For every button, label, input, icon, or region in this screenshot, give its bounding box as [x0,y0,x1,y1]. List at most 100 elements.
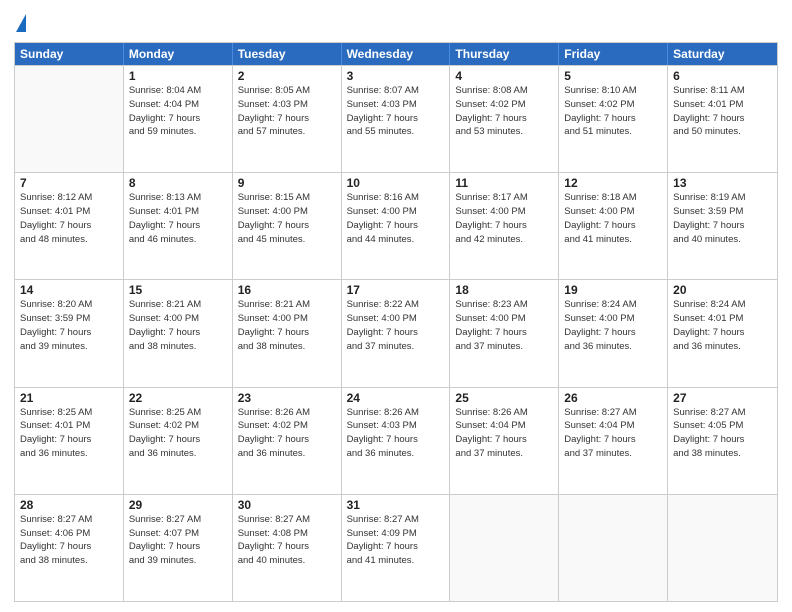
day-info: Sunrise: 8:26 AM Sunset: 4:03 PM Dayligh… [347,406,445,461]
day-info: Sunrise: 8:18 AM Sunset: 4:00 PM Dayligh… [564,191,662,246]
day-info: Sunrise: 8:21 AM Sunset: 4:00 PM Dayligh… [238,298,336,353]
day-number: 25 [455,391,553,405]
day-number: 6 [673,69,772,83]
day-info: Sunrise: 8:04 AM Sunset: 4:04 PM Dayligh… [129,84,227,139]
calendar-cell: 11Sunrise: 8:17 AM Sunset: 4:00 PM Dayli… [450,173,559,279]
day-number: 30 [238,498,336,512]
day-info: Sunrise: 8:27 AM Sunset: 4:06 PM Dayligh… [20,513,118,568]
calendar-cell: 7Sunrise: 8:12 AM Sunset: 4:01 PM Daylig… [15,173,124,279]
day-info: Sunrise: 8:15 AM Sunset: 4:00 PM Dayligh… [238,191,336,246]
day-number: 9 [238,176,336,190]
day-info: Sunrise: 8:23 AM Sunset: 4:00 PM Dayligh… [455,298,553,353]
day-number: 8 [129,176,227,190]
calendar-cell [668,495,777,601]
calendar-row: 1Sunrise: 8:04 AM Sunset: 4:04 PM Daylig… [15,65,777,172]
day-info: Sunrise: 8:05 AM Sunset: 4:03 PM Dayligh… [238,84,336,139]
calendar-cell: 19Sunrise: 8:24 AM Sunset: 4:00 PM Dayli… [559,280,668,386]
day-number: 11 [455,176,553,190]
calendar-cell: 27Sunrise: 8:27 AM Sunset: 4:05 PM Dayli… [668,388,777,494]
calendar-header-cell: Saturday [668,43,777,65]
day-info: Sunrise: 8:08 AM Sunset: 4:02 PM Dayligh… [455,84,553,139]
day-info: Sunrise: 8:16 AM Sunset: 4:00 PM Dayligh… [347,191,445,246]
calendar-header-cell: Thursday [450,43,559,65]
header [14,10,778,34]
calendar-cell: 10Sunrise: 8:16 AM Sunset: 4:00 PM Dayli… [342,173,451,279]
day-info: Sunrise: 8:27 AM Sunset: 4:04 PM Dayligh… [564,406,662,461]
calendar-row: 21Sunrise: 8:25 AM Sunset: 4:01 PM Dayli… [15,387,777,494]
calendar-row: 28Sunrise: 8:27 AM Sunset: 4:06 PM Dayli… [15,494,777,601]
calendar-cell: 5Sunrise: 8:10 AM Sunset: 4:02 PM Daylig… [559,66,668,172]
day-info: Sunrise: 8:20 AM Sunset: 3:59 PM Dayligh… [20,298,118,353]
day-number: 27 [673,391,772,405]
day-info: Sunrise: 8:24 AM Sunset: 4:01 PM Dayligh… [673,298,772,353]
calendar: SundayMondayTuesdayWednesdayThursdayFrid… [14,42,778,602]
day-info: Sunrise: 8:07 AM Sunset: 4:03 PM Dayligh… [347,84,445,139]
calendar-cell: 9Sunrise: 8:15 AM Sunset: 4:00 PM Daylig… [233,173,342,279]
day-number: 16 [238,283,336,297]
logo-triangle-icon [16,14,26,32]
day-number: 31 [347,498,445,512]
calendar-cell: 8Sunrise: 8:13 AM Sunset: 4:01 PM Daylig… [124,173,233,279]
day-number: 24 [347,391,445,405]
calendar-cell: 30Sunrise: 8:27 AM Sunset: 4:08 PM Dayli… [233,495,342,601]
calendar-header-cell: Tuesday [233,43,342,65]
calendar-header-row: SundayMondayTuesdayWednesdayThursdayFrid… [15,43,777,65]
calendar-cell: 18Sunrise: 8:23 AM Sunset: 4:00 PM Dayli… [450,280,559,386]
day-number: 21 [20,391,118,405]
day-number: 23 [238,391,336,405]
calendar-cell: 22Sunrise: 8:25 AM Sunset: 4:02 PM Dayli… [124,388,233,494]
day-number: 4 [455,69,553,83]
day-info: Sunrise: 8:19 AM Sunset: 3:59 PM Dayligh… [673,191,772,246]
day-info: Sunrise: 8:24 AM Sunset: 4:00 PM Dayligh… [564,298,662,353]
page: SundayMondayTuesdayWednesdayThursdayFrid… [0,0,792,612]
calendar-cell [559,495,668,601]
calendar-cell: 21Sunrise: 8:25 AM Sunset: 4:01 PM Dayli… [15,388,124,494]
calendar-cell: 16Sunrise: 8:21 AM Sunset: 4:00 PM Dayli… [233,280,342,386]
day-number: 7 [20,176,118,190]
day-number: 20 [673,283,772,297]
calendar-body: 1Sunrise: 8:04 AM Sunset: 4:04 PM Daylig… [15,65,777,601]
day-number: 26 [564,391,662,405]
day-info: Sunrise: 8:27 AM Sunset: 4:05 PM Dayligh… [673,406,772,461]
calendar-row: 14Sunrise: 8:20 AM Sunset: 3:59 PM Dayli… [15,279,777,386]
calendar-cell: 17Sunrise: 8:22 AM Sunset: 4:00 PM Dayli… [342,280,451,386]
day-info: Sunrise: 8:13 AM Sunset: 4:01 PM Dayligh… [129,191,227,246]
calendar-cell: 31Sunrise: 8:27 AM Sunset: 4:09 PM Dayli… [342,495,451,601]
day-info: Sunrise: 8:27 AM Sunset: 4:09 PM Dayligh… [347,513,445,568]
day-number: 18 [455,283,553,297]
day-number: 13 [673,176,772,190]
calendar-header-cell: Sunday [15,43,124,65]
calendar-cell: 23Sunrise: 8:26 AM Sunset: 4:02 PM Dayli… [233,388,342,494]
day-info: Sunrise: 8:21 AM Sunset: 4:00 PM Dayligh… [129,298,227,353]
day-info: Sunrise: 8:17 AM Sunset: 4:00 PM Dayligh… [455,191,553,246]
calendar-cell: 28Sunrise: 8:27 AM Sunset: 4:06 PM Dayli… [15,495,124,601]
day-number: 10 [347,176,445,190]
calendar-cell: 3Sunrise: 8:07 AM Sunset: 4:03 PM Daylig… [342,66,451,172]
logo [14,14,26,34]
day-number: 29 [129,498,227,512]
day-number: 15 [129,283,227,297]
calendar-cell: 29Sunrise: 8:27 AM Sunset: 4:07 PM Dayli… [124,495,233,601]
day-number: 14 [20,283,118,297]
calendar-cell: 20Sunrise: 8:24 AM Sunset: 4:01 PM Dayli… [668,280,777,386]
calendar-cell: 6Sunrise: 8:11 AM Sunset: 4:01 PM Daylig… [668,66,777,172]
day-info: Sunrise: 8:10 AM Sunset: 4:02 PM Dayligh… [564,84,662,139]
calendar-cell: 14Sunrise: 8:20 AM Sunset: 3:59 PM Dayli… [15,280,124,386]
day-info: Sunrise: 8:11 AM Sunset: 4:01 PM Dayligh… [673,84,772,139]
calendar-cell [450,495,559,601]
day-info: Sunrise: 8:12 AM Sunset: 4:01 PM Dayligh… [20,191,118,246]
calendar-cell [15,66,124,172]
calendar-cell: 15Sunrise: 8:21 AM Sunset: 4:00 PM Dayli… [124,280,233,386]
day-info: Sunrise: 8:25 AM Sunset: 4:02 PM Dayligh… [129,406,227,461]
day-number: 2 [238,69,336,83]
calendar-header-cell: Wednesday [342,43,451,65]
calendar-cell: 2Sunrise: 8:05 AM Sunset: 4:03 PM Daylig… [233,66,342,172]
calendar-cell: 24Sunrise: 8:26 AM Sunset: 4:03 PM Dayli… [342,388,451,494]
day-info: Sunrise: 8:27 AM Sunset: 4:07 PM Dayligh… [129,513,227,568]
day-number: 1 [129,69,227,83]
day-number: 19 [564,283,662,297]
day-info: Sunrise: 8:22 AM Sunset: 4:00 PM Dayligh… [347,298,445,353]
calendar-cell: 13Sunrise: 8:19 AM Sunset: 3:59 PM Dayli… [668,173,777,279]
day-info: Sunrise: 8:27 AM Sunset: 4:08 PM Dayligh… [238,513,336,568]
calendar-cell: 1Sunrise: 8:04 AM Sunset: 4:04 PM Daylig… [124,66,233,172]
